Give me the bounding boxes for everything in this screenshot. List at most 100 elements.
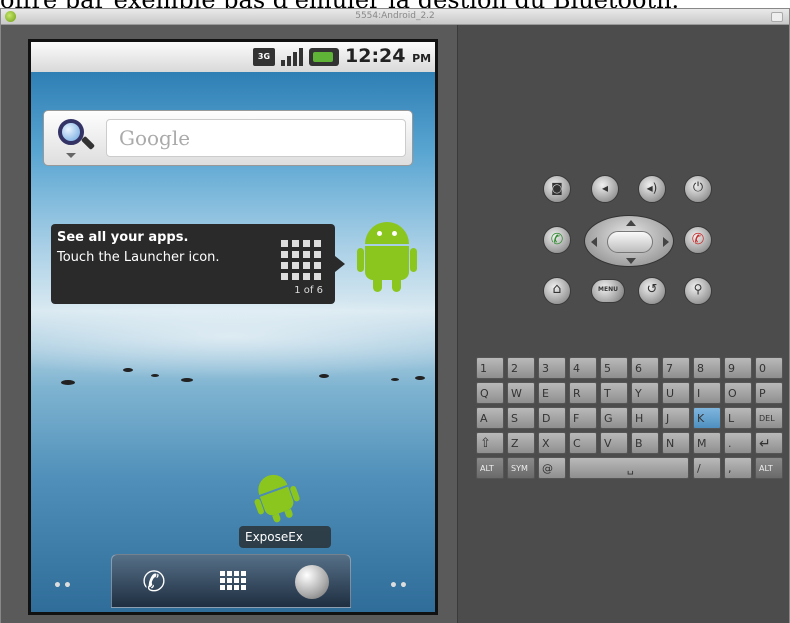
volume-up-button[interactable]: ◂) bbox=[638, 175, 666, 203]
window-titlebar: 5554:Android_2.2 bbox=[1, 9, 789, 25]
hardware-keyboard: 1 2 3 4 5 6 7 8 9 0 Q W E R T Y U I O P … bbox=[476, 357, 784, 485]
call-icon: ✆ bbox=[550, 230, 564, 248]
key-8[interactable]: 8 bbox=[693, 357, 721, 379]
key-4[interactable]: 4 bbox=[569, 357, 597, 379]
key-r[interactable]: R bbox=[569, 382, 597, 404]
back-button[interactable]: ↺ bbox=[638, 277, 666, 305]
right-page-dots[interactable]: •• bbox=[389, 578, 409, 594]
search-icon[interactable] bbox=[56, 117, 96, 161]
key-s[interactable]: S bbox=[507, 407, 535, 429]
battery-icon bbox=[309, 48, 339, 66]
key-at[interactable]: @ bbox=[538, 457, 566, 479]
dpad-right-icon[interactable] bbox=[663, 237, 669, 247]
menu-button[interactable]: MENU bbox=[591, 279, 625, 303]
key-e[interactable]: E bbox=[538, 382, 566, 404]
tooltip-title: See all your apps. bbox=[57, 230, 189, 245]
tooltip-page-indicator: 1 of 6 bbox=[294, 285, 323, 296]
signal-icon bbox=[281, 48, 303, 66]
expose-app-label[interactable]: ExposeEx bbox=[239, 526, 331, 548]
key-i[interactable]: I bbox=[693, 382, 721, 404]
key-j[interactable]: J bbox=[662, 407, 690, 429]
key-u[interactable]: U bbox=[662, 382, 690, 404]
key-b[interactable]: B bbox=[631, 432, 659, 454]
dpad-up-icon[interactable] bbox=[626, 220, 636, 226]
window-title: 5554:Android_2.2 bbox=[355, 11, 435, 21]
launcher-grid-icon bbox=[281, 240, 321, 280]
key-enter[interactable]: ↵ bbox=[755, 432, 783, 454]
key-del[interactable]: DEL bbox=[755, 407, 783, 429]
window-close-button[interactable] bbox=[771, 12, 783, 22]
hangup-icon: ✆ bbox=[691, 230, 705, 248]
key-a[interactable]: A bbox=[476, 407, 504, 429]
search-input[interactable]: Google bbox=[106, 119, 406, 157]
key-space[interactable]: ␣ bbox=[569, 457, 689, 479]
key-p[interactable]: P bbox=[755, 382, 783, 404]
key-x[interactable]: X bbox=[538, 432, 566, 454]
search-button[interactable]: ⚲ bbox=[684, 277, 712, 305]
key-n[interactable]: N bbox=[662, 432, 690, 454]
key-6[interactable]: 6 bbox=[631, 357, 659, 379]
key-g[interactable]: G bbox=[600, 407, 628, 429]
key-h[interactable]: H bbox=[631, 407, 659, 429]
camera-icon: ◙ bbox=[551, 181, 563, 195]
key-1[interactable]: 1 bbox=[476, 357, 504, 379]
dpad-down-icon[interactable] bbox=[626, 258, 636, 264]
key-c[interactable]: C bbox=[569, 432, 597, 454]
key-sym[interactable]: SYM bbox=[507, 457, 535, 479]
power-button[interactable]: ⏻ bbox=[684, 175, 712, 203]
hangup-button[interactable]: ✆ bbox=[684, 226, 712, 254]
android-mascot-icon bbox=[357, 220, 425, 296]
key-slash[interactable]: / bbox=[693, 457, 721, 479]
launcher-icon[interactable] bbox=[214, 563, 254, 601]
key-d[interactable]: D bbox=[538, 407, 566, 429]
key-l[interactable]: L bbox=[724, 407, 752, 429]
status-clock: 12:24 PM bbox=[345, 45, 432, 67]
launcher-hint-tooltip[interactable]: See all your apps. Touch the Launcher ic… bbox=[51, 224, 345, 304]
key-m[interactable]: M bbox=[693, 432, 721, 454]
home-dock: ✆ bbox=[111, 554, 351, 608]
dpad-left-icon[interactable] bbox=[591, 237, 597, 247]
tooltip-body: Touch the Launcher icon. bbox=[57, 250, 220, 265]
call-button[interactable]: ✆ bbox=[543, 226, 571, 254]
volume-up-icon: ◂) bbox=[646, 181, 658, 195]
controls-panel bbox=[457, 25, 789, 623]
key-t[interactable]: T bbox=[600, 382, 628, 404]
browser-icon[interactable] bbox=[292, 563, 332, 601]
home-icon: ⌂ bbox=[552, 281, 562, 297]
dpad-center-button[interactable] bbox=[607, 231, 653, 253]
home-button[interactable]: ⌂ bbox=[543, 277, 571, 305]
key-9[interactable]: 9 bbox=[724, 357, 752, 379]
key-q[interactable]: Q bbox=[476, 382, 504, 404]
left-page-dots[interactable]: •• bbox=[53, 578, 73, 594]
key-y[interactable]: Y bbox=[631, 382, 659, 404]
key-z[interactable]: Z bbox=[507, 432, 535, 454]
key-shift[interactable]: ⇧ bbox=[476, 432, 504, 454]
key-3[interactable]: 3 bbox=[538, 357, 566, 379]
key-alt-left[interactable]: ALT bbox=[476, 457, 504, 479]
device-screen[interactable]: 3G 12:24 PM Google See all your apps. To… bbox=[28, 39, 438, 615]
status-bar[interactable]: 3G 12:24 PM bbox=[31, 42, 435, 72]
camera-button[interactable]: ◙ bbox=[543, 175, 571, 203]
phone-icon[interactable]: ✆ bbox=[134, 563, 174, 601]
menu-icon: MENU bbox=[598, 286, 618, 293]
key-7[interactable]: 7 bbox=[662, 357, 690, 379]
key-2[interactable]: 2 bbox=[507, 357, 535, 379]
key-comma[interactable]: , bbox=[724, 457, 752, 479]
volume-down-button[interactable]: ◂ bbox=[591, 175, 619, 203]
google-search-widget[interactable]: Google bbox=[43, 110, 413, 166]
back-icon: ↺ bbox=[646, 282, 658, 297]
key-f[interactable]: F bbox=[569, 407, 597, 429]
dpad[interactable] bbox=[584, 215, 674, 267]
network-3g-icon: 3G bbox=[253, 48, 275, 66]
key-period[interactable]: . bbox=[724, 432, 752, 454]
key-w[interactable]: W bbox=[507, 382, 535, 404]
key-alt-right[interactable]: ALT bbox=[755, 457, 783, 479]
key-k[interactable]: K bbox=[693, 407, 721, 429]
key-v[interactable]: V bbox=[600, 432, 628, 454]
volume-down-icon: ◂ bbox=[601, 181, 609, 195]
key-5[interactable]: 5 bbox=[600, 357, 628, 379]
key-0[interactable]: 0 bbox=[755, 357, 783, 379]
search-hw-icon: ⚲ bbox=[693, 282, 703, 296]
power-icon: ⏻ bbox=[692, 180, 704, 195]
key-o[interactable]: O bbox=[724, 382, 752, 404]
